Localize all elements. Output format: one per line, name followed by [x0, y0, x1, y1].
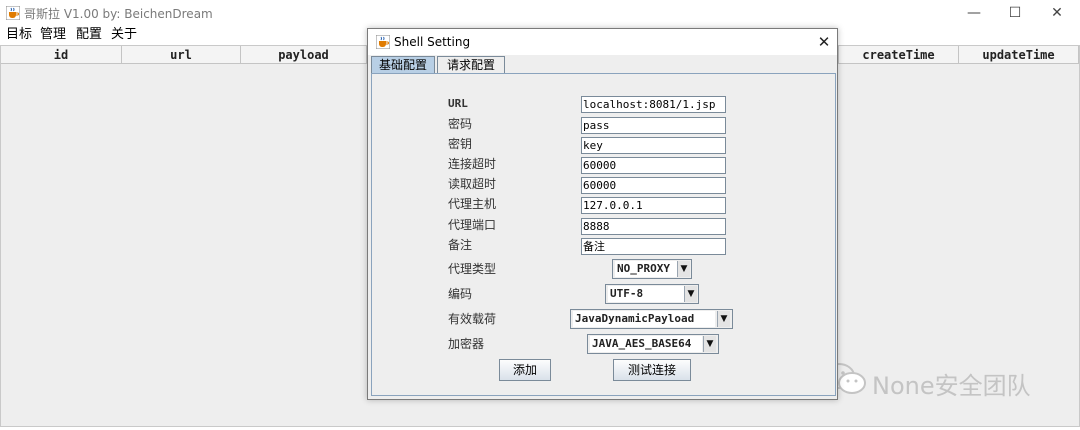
remark-input[interactable]: 备注 — [581, 238, 726, 255]
proxy-type-select[interactable]: NO_PROXY ▼ — [612, 259, 692, 279]
label-read-timeout: 读取超时 — [448, 177, 497, 191]
chevron-down-icon: ▼ — [684, 286, 697, 302]
column-header-payload[interactable]: payload — [241, 46, 367, 64]
label-url: URL — [448, 97, 468, 110]
column-header-updatetime[interactable]: updateTime — [959, 46, 1079, 64]
payload-select[interactable]: JavaDynamicPayload ▼ — [570, 309, 733, 329]
encoding-select[interactable]: UTF-8 ▼ — [605, 284, 699, 304]
url-input[interactable]: localhost:8081/1.jsp — [581, 96, 726, 113]
payload-value: JavaDynamicPayload — [573, 311, 715, 327]
chevron-down-icon: ▼ — [703, 336, 716, 352]
label-remark: 备注 — [448, 238, 473, 252]
label-secret-key: 密钥 — [448, 137, 473, 151]
cryption-value: JAVA_AES_BASE64 — [590, 336, 702, 352]
menu-config[interactable]: 配置 — [76, 26, 102, 44]
chevron-down-icon: ▼ — [717, 311, 730, 327]
proxy-host-input[interactable]: 127.0.0.1 — [581, 197, 726, 214]
test-connection-button[interactable]: 测试连接 — [613, 359, 691, 381]
dialog-titlebar[interactable]: Shell Setting ✕ — [368, 29, 837, 55]
minimize-button[interactable]: — — [962, 3, 986, 23]
cryption-select[interactable]: JAVA_AES_BASE64 ▼ — [587, 334, 719, 354]
proxy-type-value: NO_PROXY — [615, 261, 677, 277]
tab-request-config[interactable]: 请求配置 — [437, 56, 505, 73]
menu-about[interactable]: 关于 — [111, 26, 137, 44]
label-proxy-port: 代理端口 — [448, 218, 497, 232]
dialog-close-button[interactable]: ✕ — [814, 32, 834, 52]
basic-config-panel: URL localhost:8081/1.jsp 密码 pass 密钥 key … — [371, 73, 836, 396]
chevron-down-icon: ▼ — [677, 261, 690, 277]
menu-target[interactable]: 目标 — [6, 26, 32, 44]
java-cup-icon — [6, 6, 20, 20]
shell-setting-dialog: Shell Setting ✕ 基础配置 请求配置 URL localhost:… — [367, 28, 838, 400]
password-input[interactable]: pass — [581, 117, 726, 134]
tab-basic-config[interactable]: 基础配置 — [371, 56, 435, 73]
window-title: 哥斯拉 V1.00 by: BeichenDream — [24, 7, 213, 21]
label-encoding: 编码 — [448, 287, 473, 301]
label-password: 密码 — [448, 117, 473, 131]
column-header-url[interactable]: url — [122, 46, 241, 64]
column-header-id[interactable]: id — [1, 46, 122, 64]
connect-timeout-input[interactable]: 60000 — [581, 157, 726, 174]
watermark-text: None安全团队 — [872, 372, 1031, 400]
close-button[interactable]: ✕ — [1045, 3, 1069, 23]
label-cryption: 加密器 — [448, 337, 485, 351]
read-timeout-input[interactable]: 60000 — [581, 177, 726, 194]
label-proxy-host: 代理主机 — [448, 197, 497, 211]
dialog-title: Shell Setting — [394, 35, 471, 49]
dialog-body: 基础配置 请求配置 URL localhost:8081/1.jsp 密码 pa… — [368, 55, 837, 399]
window-titlebar: 哥斯拉 V1.00 by: BeichenDream — ☐ ✕ — [0, 0, 1080, 26]
java-cup-icon — [376, 35, 390, 49]
label-payload: 有效载荷 — [448, 312, 497, 326]
encoding-value: UTF-8 — [608, 286, 684, 302]
menu-manage[interactable]: 管理 — [40, 26, 66, 44]
label-proxy-type: 代理类型 — [448, 262, 497, 276]
label-connect-timeout: 连接超时 — [448, 157, 497, 171]
column-header-createtime[interactable]: createTime — [839, 46, 959, 64]
maximize-button[interactable]: ☐ — [1003, 3, 1027, 23]
add-button[interactable]: 添加 — [499, 359, 551, 381]
secret-key-input[interactable]: key — [581, 137, 726, 154]
proxy-port-input[interactable]: 8888 — [581, 218, 726, 235]
